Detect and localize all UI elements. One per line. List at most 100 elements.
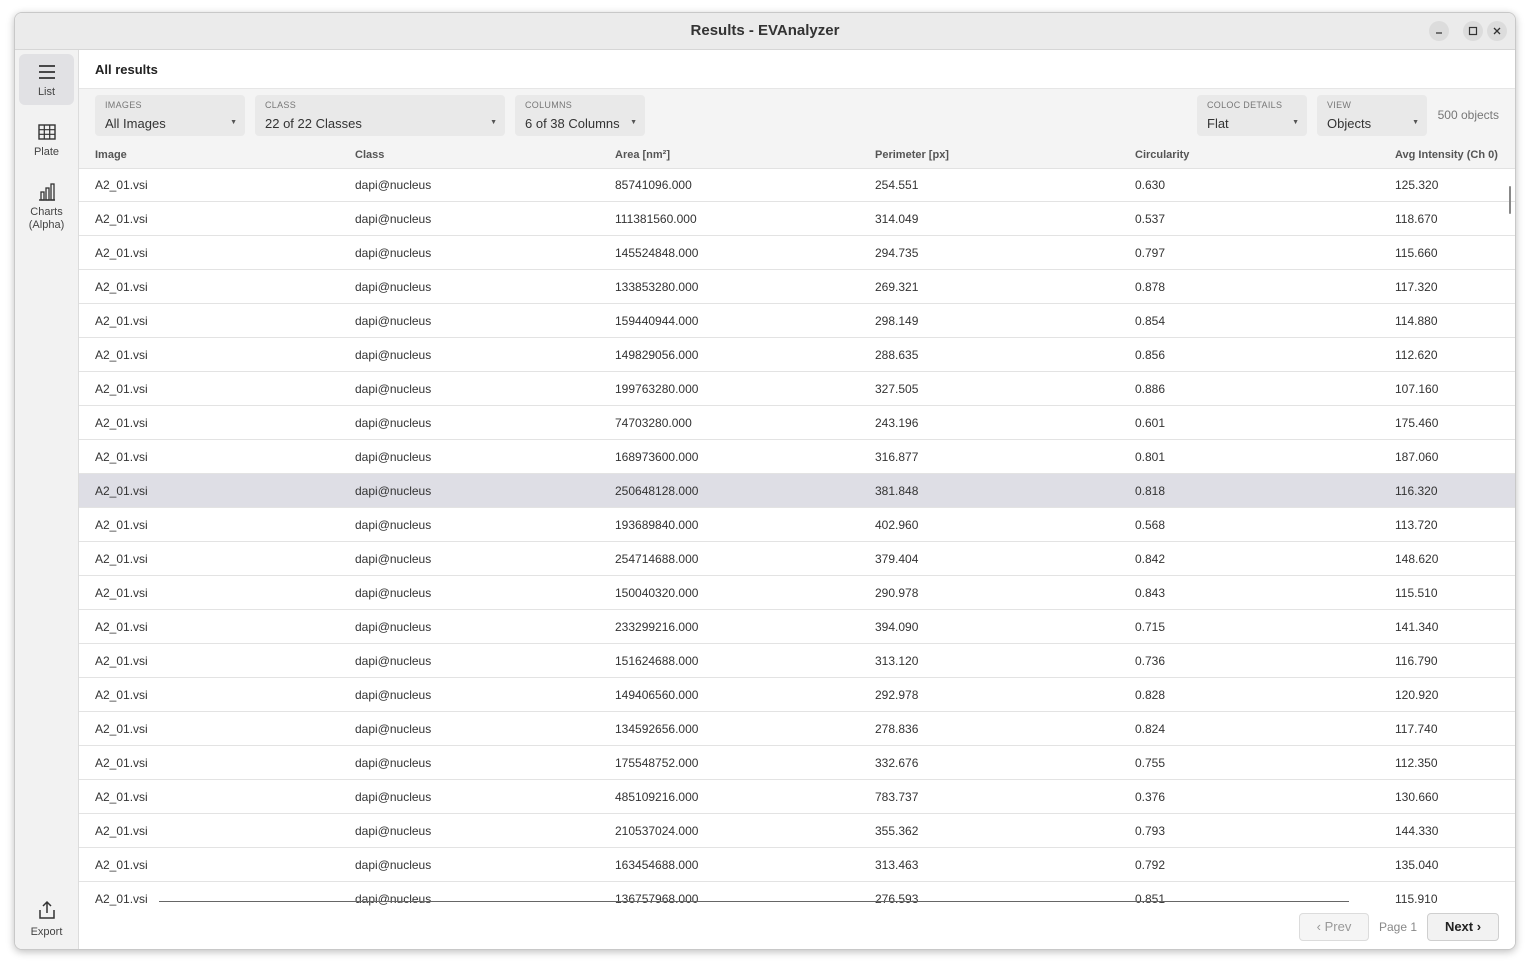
cell-avg-intensity: 112.620 (1395, 348, 1438, 362)
sidebar-item-plate[interactable]: Plate (19, 114, 74, 165)
cell-image: A2_01.vsi (95, 756, 148, 770)
sidebar-item-list[interactable]: List (19, 54, 74, 105)
cell-image: A2_01.vsi (95, 858, 148, 872)
cell-class: dapi@nucleus (355, 416, 432, 430)
coloc-details-value: Flat (1207, 116, 1229, 131)
cell-area: 163454688.000 (615, 858, 699, 872)
cell-avg-intensity: 115.910 (1395, 892, 1438, 906)
cell-image: A2_01.vsi (95, 212, 148, 226)
cell-area: 149829056.000 (615, 348, 699, 362)
cell-class: dapi@nucleus (355, 484, 432, 498)
cell-class: dapi@nucleus (355, 824, 432, 838)
column-header-image[interactable]: Image (95, 149, 127, 161)
images-select-value: All Images (105, 116, 166, 131)
table-row[interactable]: A2_01.vsi dapi@nucleus 85741096.000 254.551… (79, 168, 1515, 202)
cell-area: 233299216.000 (615, 620, 699, 634)
cell-area: 254714688.000 (615, 552, 699, 566)
cell-perimeter: 355.362 (875, 824, 919, 838)
object-count: 500 objects (1437, 108, 1499, 122)
export-button[interactable]: Export (19, 896, 74, 948)
cell-perimeter: 276.593 (875, 892, 919, 906)
title-bar: Results - EVAnalyzer (15, 13, 1515, 50)
cell-avg-intensity: 107.160 (1395, 382, 1439, 396)
cell-avg-intensity: 130.660 (1395, 790, 1439, 804)
next-page-button[interactable]: Next › (1427, 913, 1499, 941)
cell-circularity: 0.854 (1135, 314, 1166, 328)
table-row[interactable]: A2_01.vsi dapi@nucleus 149406560.000 292.97… (79, 678, 1515, 712)
table-row[interactable]: A2_01.vsi dapi@nucleus 210537024.000 355.36… (79, 814, 1515, 848)
column-header-perimeter[interactable]: Perimeter [px] (875, 149, 949, 161)
cell-area: 111381560.000 (615, 212, 697, 226)
cell-perimeter: 313.463 (875, 858, 919, 872)
cell-area: 74703280.000 (615, 416, 692, 430)
cell-image: A2_01.vsi (95, 178, 148, 192)
prev-page-button[interactable]: ‹ Prev (1299, 913, 1369, 941)
cell-perimeter: 290.978 (875, 586, 919, 600)
cell-avg-intensity: 175.460 (1395, 416, 1439, 430)
table-row[interactable]: A2_01.vsi dapi@nucleus 199763280.000 327.50… (79, 372, 1515, 406)
view-select[interactable]: VIEW Objects ▼ (1317, 95, 1427, 136)
table-row[interactable]: A2_01.vsi dapi@nucleus 149829056.000 288.63… (79, 338, 1515, 372)
table-row[interactable]: A2_01.vsi dapi@nucleus 485109216.000 783.73… (79, 780, 1515, 814)
table-header: Image Class Area [nm²] Perimeter [px] Ci… (79, 142, 1515, 169)
close-button[interactable] (1487, 21, 1507, 41)
minimize-button[interactable] (1429, 21, 1449, 41)
cell-perimeter: 313.120 (875, 654, 919, 668)
column-header-avg-intensity[interactable]: Avg Intensity (Ch 0) (1395, 149, 1498, 161)
table-row[interactable]: A2_01.vsi dapi@nucleus 151624688.000 313.12… (79, 644, 1515, 678)
cell-class: dapi@nucleus (355, 654, 432, 668)
columns-select[interactable]: COLUMNS 6 of 38 Columns ▼ (515, 95, 645, 136)
column-header-area[interactable]: Area [nm²] (615, 149, 670, 161)
cell-circularity: 0.828 (1135, 688, 1166, 702)
cell-image: A2_01.vsi (95, 722, 148, 736)
page-title: All results (95, 62, 158, 77)
cell-perimeter: 292.978 (875, 688, 919, 702)
table-row[interactable]: A2_01.vsi dapi@nucleus 163454688.000 313.46… (79, 848, 1515, 882)
cell-circularity: 0.824 (1135, 722, 1166, 736)
cell-class: dapi@nucleus (355, 348, 432, 362)
column-header-class[interactable]: Class (355, 149, 384, 161)
table-row[interactable]: A2_01.vsi dapi@nucleus 134592656.000 278.83… (79, 712, 1515, 746)
menu-icon (38, 65, 55, 79)
cell-image: A2_01.vsi (95, 382, 148, 396)
cell-area: 151624688.000 (615, 654, 699, 668)
table-row[interactable]: A2_01.vsi dapi@nucleus 254714688.000 379.40… (79, 542, 1515, 576)
images-select[interactable]: IMAGES All Images ▼ (95, 95, 245, 136)
table-row[interactable]: A2_01.vsi dapi@nucleus 250648128.000 381.84… (79, 474, 1515, 508)
cell-image: A2_01.vsi (95, 790, 148, 804)
class-select[interactable]: CLASS 22 of 22 Classes ▼ (255, 95, 505, 136)
table-row[interactable]: A2_01.vsi dapi@nucleus 175548752.000 332.67… (79, 746, 1515, 780)
sidebar-item-charts[interactable]: Charts (Alpha) (19, 174, 74, 234)
cell-avg-intensity: 141.340 (1395, 620, 1439, 634)
column-header-circularity[interactable]: Circularity (1135, 149, 1189, 161)
cell-area: 485109216.000 (615, 790, 699, 804)
cell-avg-intensity: 125.320 (1395, 178, 1439, 192)
table-row[interactable]: A2_01.vsi dapi@nucleus 150040320.000 290.97… (79, 576, 1515, 610)
table-row[interactable]: A2_01.vsi dapi@nucleus 136757968.000 276.59… (79, 882, 1515, 909)
maximize-button[interactable] (1463, 21, 1483, 41)
view-select-value: Objects (1327, 116, 1372, 131)
cell-perimeter: 314.049 (875, 212, 919, 226)
table-row[interactable]: A2_01.vsi dapi@nucleus 145524848.000 294.73… (79, 236, 1515, 270)
table-row[interactable]: A2_01.vsi dapi@nucleus 233299216.000 394.09… (79, 610, 1515, 644)
table-row[interactable]: A2_01.vsi dapi@nucleus 159440944.000 298.14… (79, 304, 1515, 338)
table-row[interactable]: A2_01.vsi dapi@nucleus 133853280.000 269.32… (79, 270, 1515, 304)
sidebar-item-label: Plate (33, 146, 60, 158)
table-row[interactable]: A2_01.vsi dapi@nucleus 168973600.000 316.87… (79, 440, 1515, 474)
cell-circularity: 0.715 (1135, 620, 1166, 634)
table-row[interactable]: A2_01.vsi dapi@nucleus 111381560.000 314.04… (79, 202, 1515, 236)
cell-image: A2_01.vsi (95, 620, 148, 634)
cell-perimeter: 298.149 (875, 314, 919, 328)
cell-area: 145524848.000 (615, 246, 699, 260)
scrollbar-thumb[interactable] (1509, 186, 1511, 214)
grid-icon (37, 124, 56, 140)
cell-area: 175548752.000 (615, 756, 699, 770)
cell-avg-intensity: 115.660 (1395, 246, 1438, 260)
table-row[interactable]: A2_01.vsi dapi@nucleus 74703280.000 243.196… (79, 406, 1515, 440)
cell-area: 193689840.000 (615, 518, 699, 532)
table-row[interactable]: A2_01.vsi dapi@nucleus 193689840.000 402.96… (79, 508, 1515, 542)
coloc-details-select[interactable]: COLOC DETAILS Flat ▼ (1197, 95, 1307, 136)
view-select-label: VIEW (1327, 100, 1352, 110)
columns-select-label: COLUMNS (525, 100, 573, 110)
cell-class: dapi@nucleus (355, 552, 432, 566)
